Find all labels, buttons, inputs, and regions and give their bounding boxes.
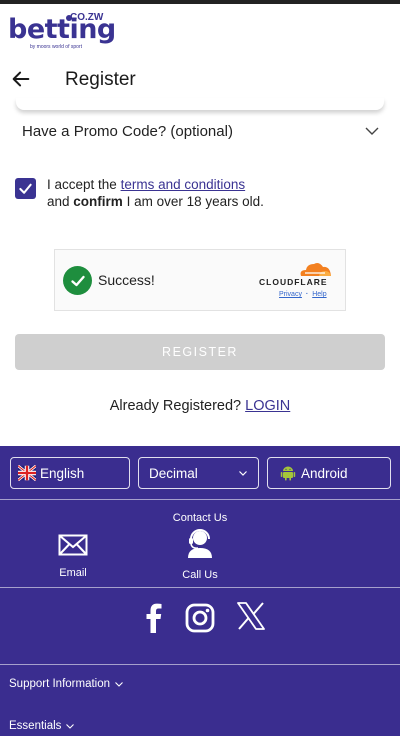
social-links: [0, 602, 400, 638]
chevron-down-icon: [66, 724, 75, 729]
privacy-link[interactable]: Privacy: [279, 291, 302, 298]
register-button[interactable]: REGISTER: [15, 334, 385, 370]
call-contact[interactable]: Call Us: [176, 528, 224, 581]
brand-tagline: by moors world of sport: [30, 44, 82, 50]
link-separator: ·: [305, 291, 309, 298]
android-icon: [280, 466, 296, 481]
uk-flag-icon: [18, 465, 36, 481]
captcha-widget: Success! CLOUDFLARE Privacy · Help: [54, 249, 346, 311]
brand-tld: CO.ZW: [70, 12, 104, 23]
android-app-button[interactable]: Android: [267, 457, 391, 489]
terms-row: I accept the terms and conditions and co…: [15, 176, 385, 216]
captcha-links: Privacy · Help: [279, 291, 327, 298]
language-label: English: [40, 465, 85, 481]
help-link[interactable]: Help: [312, 291, 326, 298]
facebook-icon[interactable]: [138, 602, 170, 634]
already-registered: Already Registered? LOGIN: [0, 398, 400, 414]
success-check-icon: [63, 266, 92, 295]
footer-divider: [0, 664, 400, 665]
support-information-label: Support Information: [9, 678, 111, 690]
language-selector[interactable]: English: [10, 457, 130, 489]
call-label: Call Us: [182, 569, 218, 581]
page-title: Register: [65, 69, 136, 90]
footer-divider: [0, 587, 400, 588]
already-text: Already Registered?: [109, 398, 242, 414]
brand-logo[interactable]: betting CO.ZW by moors world of sport: [8, 8, 128, 50]
promo-code-toggle[interactable]: Have a Promo Code? (optional): [22, 120, 382, 142]
terms-and: and: [47, 194, 70, 209]
essentials-link[interactable]: Essentials: [9, 720, 75, 732]
contact-title: Contact Us: [172, 512, 228, 524]
email-label: Email: [59, 567, 87, 579]
email-contact[interactable]: Email: [52, 534, 94, 579]
footer: English Decimal Android Contact Us Email: [0, 446, 400, 736]
chevron-down-icon: [115, 682, 123, 687]
odds-format-select[interactable]: Decimal: [138, 457, 259, 489]
terms-confirm: confirm: [73, 194, 123, 209]
checkmark-icon: [19, 183, 32, 194]
terms-link[interactable]: terms and conditions: [121, 177, 246, 192]
chevron-down-icon: [365, 127, 379, 135]
cloudflare-logo: CLOUDFLARE Privacy · Help: [259, 260, 337, 302]
instagram-icon[interactable]: [184, 602, 216, 634]
cloudflare-icon: [300, 263, 331, 276]
page-header: Register: [0, 60, 400, 100]
x-icon[interactable]: [235, 600, 267, 632]
android-label: Android: [301, 465, 348, 481]
back-arrow-icon[interactable]: [10, 68, 32, 90]
support-information-link[interactable]: Support Information: [9, 678, 124, 690]
login-link[interactable]: LOGIN: [245, 398, 290, 414]
terms-text: I accept the terms and conditions and co…: [47, 176, 264, 210]
promo-code-label: Have a Promo Code? (optional): [22, 122, 233, 140]
terms-age: I am over 18 years old.: [126, 194, 264, 209]
terms-checkbox[interactable]: [15, 178, 36, 199]
essentials-label: Essentials: [9, 720, 62, 732]
chevron-down-icon: [239, 471, 247, 476]
cloudflare-wordmark: CLOUDFLARE: [259, 277, 328, 287]
envelope-icon: [58, 534, 88, 556]
terms-prefix: I accept the: [47, 177, 117, 192]
headset-icon: [188, 529, 212, 558]
odds-format-label: Decimal: [149, 465, 198, 481]
captcha-status: Success!: [98, 272, 155, 288]
footer-divider: [0, 499, 400, 500]
top-status-line: [0, 0, 400, 4]
form-card-edge: [16, 98, 384, 110]
